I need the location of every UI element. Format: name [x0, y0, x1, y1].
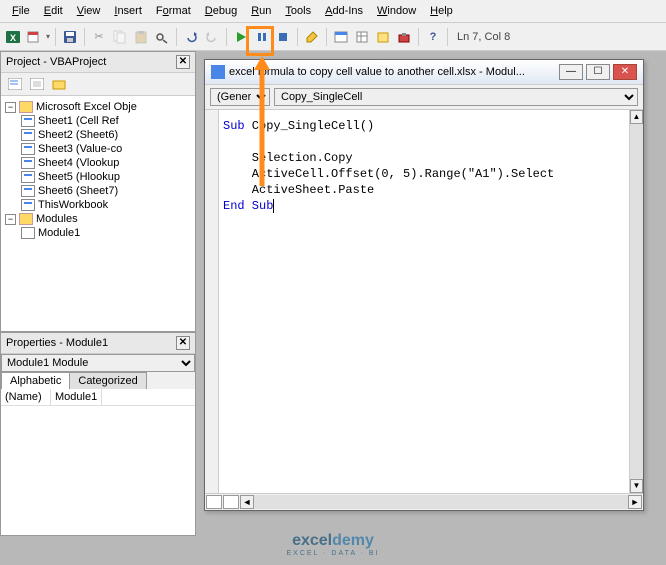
reset-icon[interactable]	[274, 28, 292, 46]
menu-tools[interactable]: Tools	[279, 3, 317, 19]
properties-panel: Properties - Module1 ✕ Module1 Module Al…	[0, 332, 196, 536]
tree-folder-modules[interactable]: −Modules	[3, 212, 193, 226]
object-browser-icon[interactable]	[374, 28, 392, 46]
save-icon[interactable]	[61, 28, 79, 46]
watermark-logo: exceldemy EXCEL · DATA · BI	[287, 532, 380, 557]
code-editor[interactable]: Sub Copy_SingleCell() Selection.Copy Act…	[219, 110, 629, 493]
menu-window[interactable]: Window	[371, 3, 422, 19]
project-explorer-icon[interactable]	[332, 28, 350, 46]
code-window: excel formula to copy cell value to anot…	[204, 59, 644, 511]
menu-debug[interactable]: Debug	[199, 3, 243, 19]
code-window-title: excel formula to copy cell value to anot…	[229, 66, 555, 78]
prop-name-label: (Name)	[1, 389, 51, 405]
code-window-icon	[211, 65, 225, 79]
tree-thisworkbook[interactable]: ThisWorkbook	[3, 198, 193, 212]
cut-icon[interactable]: ✂	[90, 28, 108, 46]
redo-icon[interactable]	[203, 28, 221, 46]
prop-name-value[interactable]: Module1	[51, 389, 102, 405]
tree-folder-excel-objects[interactable]: −Microsoft Excel Obje	[3, 100, 193, 114]
paste-icon[interactable]	[132, 28, 150, 46]
menu-format[interactable]: Format	[150, 3, 197, 19]
svg-text:X: X	[10, 33, 16, 43]
procedure-view-icon[interactable]	[223, 495, 239, 509]
design-mode-icon[interactable]	[303, 28, 321, 46]
toolbar: X ▾ ✂ ? Ln 7, Col 8	[0, 23, 666, 51]
code-window-titlebar[interactable]: excel formula to copy cell value to anot…	[205, 60, 643, 85]
procedure-dropdown[interactable]: Copy_SingleCell	[274, 88, 638, 106]
tree-module1[interactable]: Module1	[3, 226, 193, 240]
excel-icon[interactable]: X	[4, 28, 22, 46]
menu-addins[interactable]: Add-Ins	[319, 3, 369, 19]
horizontal-scrollbar[interactable]	[254, 495, 628, 509]
scroll-right-icon[interactable]: ►	[628, 495, 642, 509]
toggle-folders-icon[interactable]	[49, 75, 69, 93]
menu-file[interactable]: File	[6, 3, 36, 19]
properties-object-selector[interactable]: Module1 Module	[1, 354, 195, 372]
properties-panel-title: Properties - Module1	[6, 337, 108, 349]
tree-sheet6[interactable]: Sheet6 (Sheet7)	[3, 184, 193, 198]
tree-sheet1[interactable]: Sheet1 (Cell Ref	[3, 114, 193, 128]
project-panel-title: Project - VBAProject	[6, 56, 106, 68]
menu-view[interactable]: View	[71, 3, 107, 19]
insert-module-icon[interactable]	[25, 28, 43, 46]
tab-categorized[interactable]: Categorized	[69, 372, 146, 389]
menu-help[interactable]: Help	[424, 3, 459, 19]
tree-sheet2[interactable]: Sheet2 (Sheet6)	[3, 128, 193, 142]
tree-sheet4[interactable]: Sheet4 (Vlookup	[3, 156, 193, 170]
cursor-position: Ln 7, Col 8	[457, 31, 510, 43]
properties-icon[interactable]	[353, 28, 371, 46]
tree-sheet3[interactable]: Sheet3 (Value-co	[3, 142, 193, 156]
tab-alphabetic[interactable]: Alphabetic	[1, 372, 70, 389]
object-dropdown[interactable]: (General)	[210, 88, 270, 106]
menu-run[interactable]: Run	[245, 3, 277, 19]
copy-icon[interactable]	[111, 28, 129, 46]
toolbox-icon[interactable]	[395, 28, 413, 46]
minimize-button[interactable]: —	[559, 64, 583, 80]
help-icon[interactable]: ?	[424, 28, 442, 46]
menu-edit[interactable]: Edit	[38, 3, 69, 19]
undo-icon[interactable]	[182, 28, 200, 46]
properties-grid[interactable]: (Name)Module1	[1, 389, 195, 535]
view-object-icon[interactable]	[27, 75, 47, 93]
scroll-left-icon[interactable]: ◄	[240, 495, 254, 509]
menu-insert[interactable]: Insert	[108, 3, 148, 19]
close-button[interactable]: ✕	[613, 64, 637, 80]
break-icon[interactable]	[253, 28, 271, 46]
project-tree[interactable]: −Microsoft Excel Obje Sheet1 (Cell Ref S…	[1, 96, 195, 331]
project-explorer-panel: Project - VBAProject ✕ −Microsoft Excel …	[0, 51, 196, 332]
full-module-view-icon[interactable]	[206, 495, 222, 509]
menu-bar: File Edit View Insert Format Debug Run T…	[0, 0, 666, 23]
close-properties-panel[interactable]: ✕	[176, 336, 190, 350]
close-project-panel[interactable]: ✕	[176, 55, 190, 69]
view-code-icon[interactable]	[5, 75, 25, 93]
tree-sheet5[interactable]: Sheet5 (Hlookup	[3, 170, 193, 184]
vertical-scrollbar[interactable]: ▲▼	[629, 110, 643, 493]
code-margin	[205, 110, 219, 493]
mdi-area: excel formula to copy cell value to anot…	[196, 51, 666, 536]
maximize-button[interactable]: ☐	[586, 64, 610, 80]
run-icon[interactable]	[232, 28, 250, 46]
find-icon[interactable]	[153, 28, 171, 46]
